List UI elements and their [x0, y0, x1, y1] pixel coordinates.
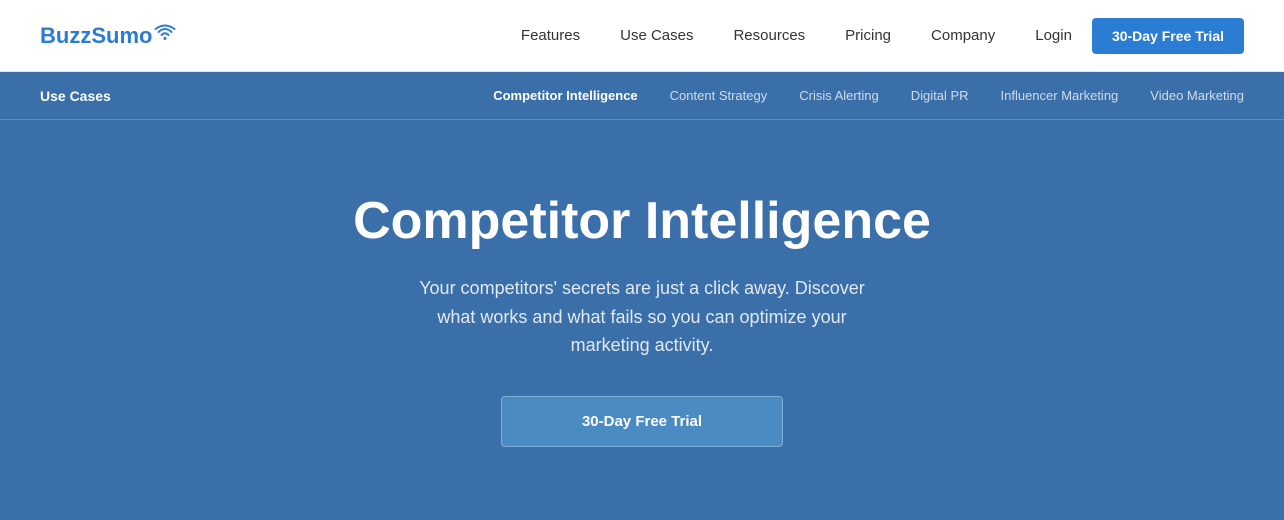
sub-nav-digital-pr[interactable]: Digital PR	[911, 88, 969, 103]
nav-features[interactable]: Features	[521, 27, 580, 44]
sub-nav-influencer-marketing[interactable]: Influencer Marketing	[1001, 88, 1119, 103]
hero-subtitle: Your competitors' secrets are just a cli…	[402, 274, 882, 360]
sub-nav-crisis-alerting[interactable]: Crisis Alerting	[799, 88, 878, 103]
logo[interactable]: BuzzSumo	[40, 23, 176, 49]
sub-navigation: Use Cases Competitor Intelligence Conten…	[0, 72, 1284, 120]
nav-company[interactable]: Company	[931, 27, 995, 44]
nav-use-cases[interactable]: Use Cases	[620, 27, 693, 44]
hero-title: Competitor Intelligence	[353, 193, 931, 250]
logo-icon	[154, 24, 176, 47]
sub-nav-title: Use Cases	[40, 88, 111, 104]
login-link[interactable]: Login	[1035, 27, 1072, 44]
nav-actions: Login 30-Day Free Trial	[1035, 18, 1244, 54]
nav-links: Features Use Cases Resources Pricing Com…	[521, 27, 995, 44]
trial-button[interactable]: 30-Day Free Trial	[1092, 18, 1244, 54]
hero-cta-button[interactable]: 30-Day Free Trial	[501, 396, 783, 447]
top-navigation: BuzzSumo Features Use Cases Resources Pr…	[0, 0, 1284, 72]
sub-nav-video-marketing[interactable]: Video Marketing	[1150, 88, 1244, 103]
sub-nav-links: Competitor Intelligence Content Strategy…	[493, 88, 1244, 103]
nav-pricing[interactable]: Pricing	[845, 27, 891, 44]
logo-text: BuzzSumo	[40, 23, 152, 49]
nav-resources[interactable]: Resources	[733, 27, 805, 44]
hero-section: Competitor Intelligence Your competitors…	[0, 120, 1284, 520]
sub-nav-competitor-intelligence[interactable]: Competitor Intelligence	[493, 88, 637, 103]
sub-nav-content-strategy[interactable]: Content Strategy	[670, 88, 768, 103]
